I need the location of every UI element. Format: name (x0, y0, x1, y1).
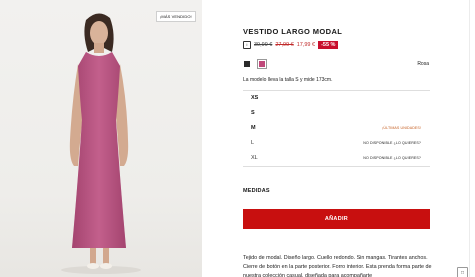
price-current: 17,99 € (296, 42, 316, 48)
product-photo[interactable]: ¡MÁS VENDIDO! (0, 0, 202, 277)
size-label: L (251, 140, 255, 146)
color-swatch-black[interactable] (244, 61, 250, 67)
feedback-icon[interactable]: □ (457, 267, 468, 277)
size-option-m[interactable]: M ¡ÚLTIMAS UNIDADES! (243, 121, 430, 136)
selected-color-name: Rosa (417, 61, 429, 67)
unavailable-note[interactable]: NO DISPONIBLE ¿LO QUIERES? (363, 156, 421, 160)
product-info-panel: VESTIDO LARGO MODAL i 39,99 € 27,99 € 17… (243, 0, 432, 277)
price-row: i 39,99 € 27,99 € 17,99 € -55 % (243, 40, 339, 50)
color-selector: Rosa (243, 59, 430, 69)
size-label: S (251, 110, 255, 116)
divider (243, 166, 430, 167)
model-info: La modelo lleva la talla S y mide 173cm. (243, 77, 333, 83)
unavailable-note[interactable]: NO DISPONIBLE ¿LO QUIERES? (363, 141, 421, 145)
size-option-s[interactable]: S (243, 106, 430, 121)
product-description: Tejido de modal. Diseño largo. Cuello re… (243, 255, 432, 277)
size-option-l[interactable]: L NO DISPONIBLE ¿LO QUIERES? (243, 136, 430, 151)
discount-badge: -55 % (318, 41, 339, 49)
bestseller-badge: ¡MÁS VENDIDO! (156, 11, 196, 22)
model-illustration (61, 13, 141, 274)
size-option-xl[interactable]: XL NO DISPONIBLE ¿LO QUIERES? (243, 151, 430, 166)
price-previous: 27,99 € (275, 42, 294, 48)
info-icon[interactable]: i (243, 41, 251, 49)
product-page: ¡MÁS VENDIDO! VESTIDO LARGO MODAL i 39,9… (0, 0, 475, 277)
price-original: 39,99 € (254, 42, 273, 48)
size-label: XL (251, 155, 258, 161)
color-swatch-pink[interactable] (257, 59, 267, 69)
size-list: XS S M ¡ÚLTIMAS UNIDADES! L NO DISPONIBL… (243, 90, 430, 167)
divider (469, 0, 470, 277)
size-label: M (251, 125, 256, 131)
low-stock-note: ¡ÚLTIMAS UNIDADES! (382, 126, 421, 130)
add-to-cart-button[interactable]: AÑADIR (243, 209, 430, 229)
size-option-xs[interactable]: XS (243, 91, 430, 106)
size-label: XS (251, 95, 259, 101)
measures-link[interactable]: MEDIDAS (243, 188, 270, 194)
product-title: VESTIDO LARGO MODAL (243, 27, 343, 36)
